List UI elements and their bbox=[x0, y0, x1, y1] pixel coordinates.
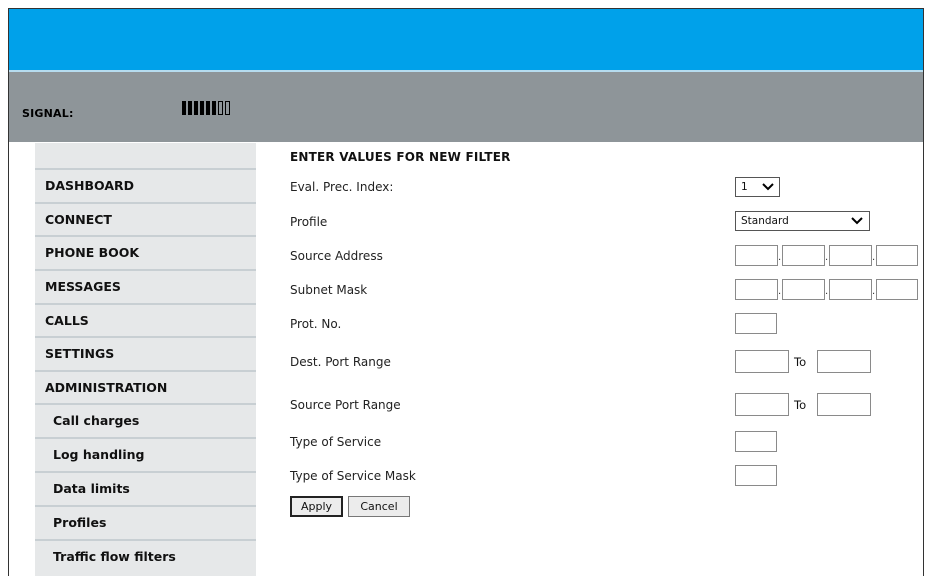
sidebar-item-label: MESSAGES bbox=[45, 279, 121, 294]
sidebar-item-dashboard[interactable]: DASHBOARD bbox=[35, 168, 256, 201]
sidebar-item-label: CALLS bbox=[45, 313, 89, 328]
eval-prec-index-value: 1 bbox=[741, 181, 748, 193]
signal-bar-filled bbox=[194, 101, 198, 115]
source-address-octet-1[interactable] bbox=[735, 245, 778, 266]
sidebar-item-label: Data limits bbox=[53, 481, 130, 496]
dest-port-to-label: To bbox=[794, 355, 807, 369]
sidebar-item-log-handling[interactable]: Log handling bbox=[35, 437, 256, 470]
profile-select[interactable]: Standard bbox=[735, 211, 870, 231]
sidebar-item-connect[interactable]: CONNECT bbox=[35, 202, 256, 235]
profile-value: Standard bbox=[741, 215, 789, 227]
cancel-button[interactable]: Cancel bbox=[348, 496, 410, 517]
sidebar-item-label: Call charges bbox=[53, 413, 140, 428]
apply-button[interactable]: Apply bbox=[290, 496, 343, 517]
signal-bar-filled bbox=[200, 101, 204, 115]
sidebar-item-profiles[interactable]: Profiles bbox=[35, 505, 256, 538]
prot-no-label: Prot. No. bbox=[290, 317, 342, 331]
octet-separator: . bbox=[778, 286, 782, 297]
page-title: ENTER VALUES FOR NEW FILTER bbox=[290, 150, 511, 164]
dest-port-to-input[interactable] bbox=[817, 350, 871, 373]
sidebar-item-label: CONNECT bbox=[45, 212, 112, 227]
subnet-mask-label: Subnet Mask bbox=[290, 283, 368, 297]
sidebar-nav: DASHBOARD CONNECT PHONE BOOK MESSAGES CA… bbox=[35, 143, 256, 576]
sidebar-item-messages[interactable]: MESSAGES bbox=[35, 269, 256, 302]
type-of-service-label: Type of Service bbox=[290, 435, 382, 449]
type-of-service-mask-label: Type of Service Mask bbox=[290, 469, 416, 483]
chevron-down-icon bbox=[762, 183, 774, 191]
eval-prec-index-label: Eval. Prec. Index: bbox=[290, 180, 394, 194]
sidebar-item-calls[interactable]: CALLS bbox=[35, 303, 256, 336]
type-of-service-input[interactable] bbox=[735, 431, 777, 452]
source-port-range-label: Source Port Range bbox=[290, 398, 401, 412]
sidebar-item-settings[interactable]: SETTINGS bbox=[35, 336, 256, 369]
dest-port-range-label: Dest. Port Range bbox=[290, 355, 391, 369]
source-address-octet-2[interactable] bbox=[782, 245, 825, 266]
signal-bar-filled bbox=[206, 101, 210, 115]
source-port-to-label: To bbox=[794, 398, 807, 412]
octet-separator: . bbox=[825, 286, 829, 297]
sidebar-item-label: ADMINISTRATION bbox=[45, 380, 168, 395]
subnet-mask-octet-1[interactable] bbox=[735, 279, 778, 300]
subnet-mask-octet-2[interactable] bbox=[782, 279, 825, 300]
prot-no-input[interactable] bbox=[735, 313, 777, 334]
signal-bar-empty bbox=[225, 101, 230, 115]
source-port-from-input[interactable] bbox=[735, 393, 789, 416]
profile-label: Profile bbox=[290, 215, 328, 229]
signal-status-bar bbox=[9, 72, 923, 142]
sidebar-item-traffic-flow-filters[interactable]: Traffic flow filters bbox=[35, 539, 256, 572]
signal-bar-filled bbox=[212, 101, 216, 115]
signal-label: SIGNAL: bbox=[22, 107, 74, 120]
octet-separator: . bbox=[825, 252, 829, 263]
sidebar-item-call-charges[interactable]: Call charges bbox=[35, 403, 256, 436]
type-of-service-mask-input[interactable] bbox=[735, 465, 777, 486]
subnet-mask-octet-3[interactable] bbox=[829, 279, 872, 300]
subnet-mask-octet-4[interactable] bbox=[876, 279, 918, 300]
sidebar-item-label: Profiles bbox=[53, 515, 107, 530]
sidebar-item-data-limits[interactable]: Data limits bbox=[35, 471, 256, 504]
source-address-label: Source Address bbox=[290, 249, 383, 263]
source-address-octet-3[interactable] bbox=[829, 245, 872, 266]
octet-separator: . bbox=[778, 252, 782, 263]
source-port-to-input[interactable] bbox=[817, 393, 871, 416]
eval-prec-index-select[interactable]: 1 bbox=[735, 177, 780, 197]
sidebar-item-label: Traffic flow filters bbox=[53, 549, 176, 564]
sidebar-item-label: PHONE BOOK bbox=[45, 245, 140, 260]
chevron-down-icon bbox=[851, 217, 863, 225]
dest-port-from-input[interactable] bbox=[735, 350, 789, 373]
sidebar-item-label: Log handling bbox=[53, 447, 145, 462]
sidebar-item-label: SETTINGS bbox=[45, 346, 115, 361]
signal-bar-filled bbox=[188, 101, 192, 115]
sidebar-item-administration[interactable]: ADMINISTRATION bbox=[35, 370, 256, 403]
signal-bar-filled bbox=[182, 101, 186, 115]
signal-bar-empty bbox=[218, 101, 223, 115]
octet-separator: . bbox=[872, 252, 876, 263]
sidebar-item-phone-book[interactable]: PHONE BOOK bbox=[35, 235, 256, 268]
top-banner bbox=[9, 9, 923, 70]
source-address-octet-4[interactable] bbox=[876, 245, 918, 266]
signal-strength-icon bbox=[182, 101, 230, 115]
octet-separator: . bbox=[872, 286, 876, 297]
sidebar-item-label: DASHBOARD bbox=[45, 178, 135, 193]
